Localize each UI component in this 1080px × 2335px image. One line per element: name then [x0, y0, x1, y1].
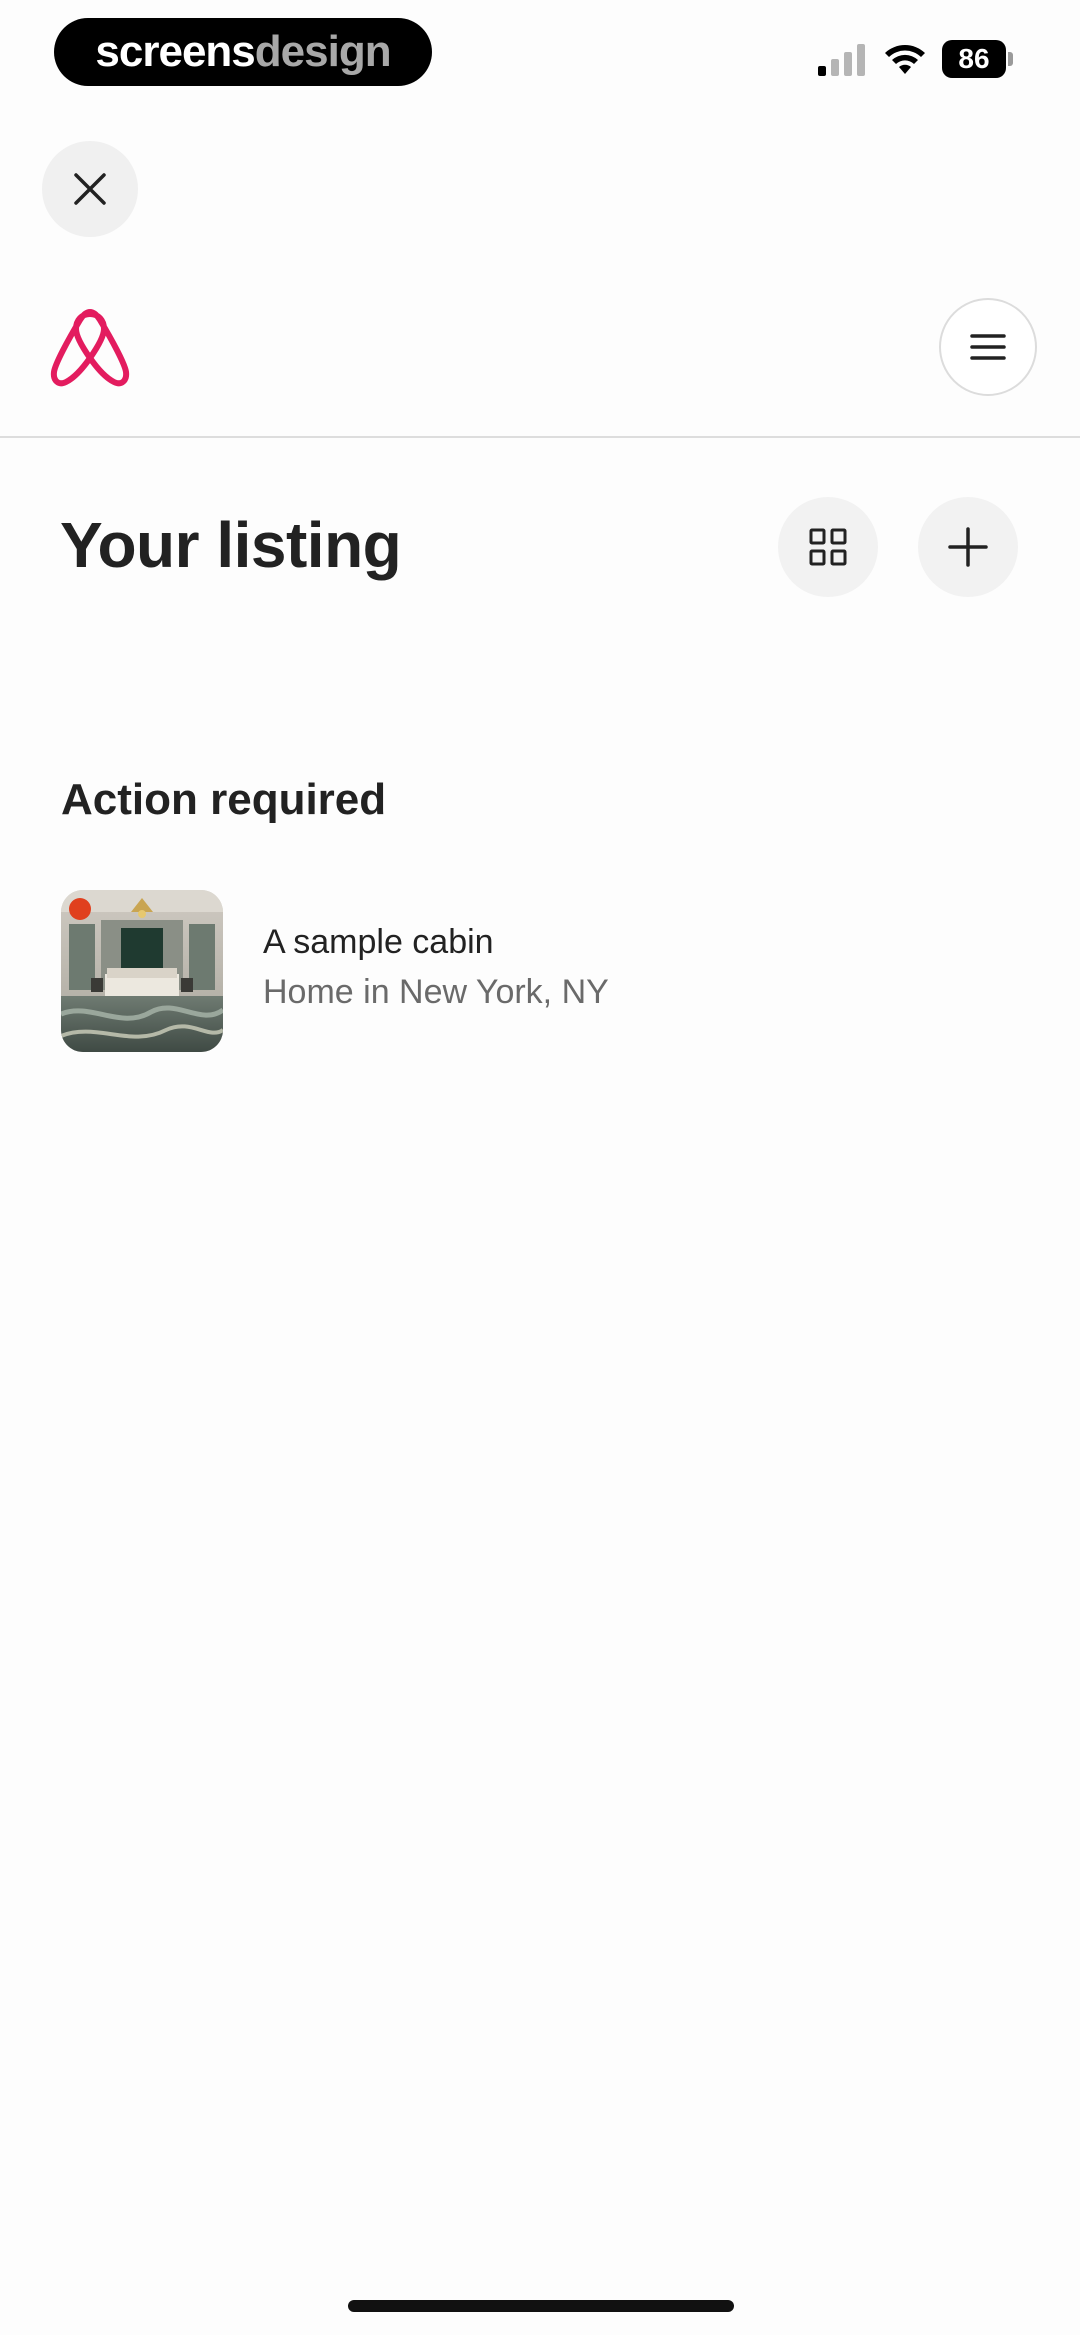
brand-part1: screens [95, 27, 255, 76]
screen: screens design 86 Your listing Action re… [0, 0, 1080, 2335]
home-indicator[interactable] [348, 2300, 734, 2312]
close-button[interactable] [42, 141, 138, 237]
grid-icon [809, 528, 847, 566]
section-title: Action required [61, 775, 387, 824]
listing-thumbnail [61, 890, 223, 1052]
grid-view-button[interactable] [778, 497, 878, 597]
listing-item[interactable]: A sample cabin Home in New York, NY [61, 890, 1021, 1054]
app-header [0, 280, 1080, 438]
listing-title: A sample cabin [263, 923, 494, 961]
plus-icon [948, 527, 988, 567]
page-title: Your listing [60, 509, 402, 581]
listing-subtitle: Home in New York, NY [263, 973, 609, 1011]
screensdesign-badge: screens design [54, 18, 432, 86]
airbnb-logo-icon[interactable] [50, 306, 130, 392]
hamburger-menu-icon [970, 334, 1006, 360]
status-dot [69, 898, 91, 920]
battery-cap [1008, 52, 1013, 66]
status-bar: screens design 86 [0, 0, 1080, 100]
wifi-icon [885, 45, 925, 74]
battery-level: 86 [958, 43, 990, 74]
signal-icon [818, 44, 865, 76]
add-listing-button[interactable] [918, 497, 1018, 597]
battery-icon: 86 [942, 40, 1006, 78]
brand-part2: design [254, 27, 392, 76]
menu-button[interactable] [939, 298, 1037, 396]
close-icon [74, 173, 106, 205]
